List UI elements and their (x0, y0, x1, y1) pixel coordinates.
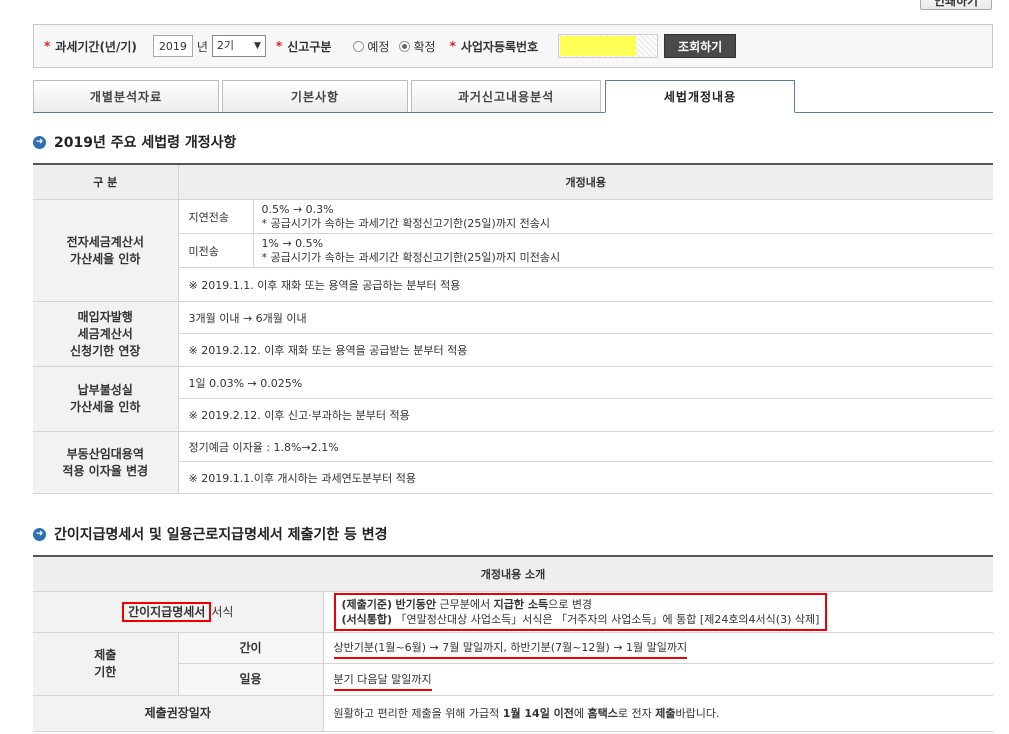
required-mark: * (449, 39, 456, 53)
note-cell: ※ 2019.2.12. 이후 신고·부과하는 분부터 적용 (178, 398, 993, 432)
highlight-underline: 분기 다음달 말일까지 (333, 672, 432, 691)
chevron-down-icon: ▼ (254, 41, 261, 51)
section-title: ➜ 간이지급명세서 및 일용근로지급명세서 제출기한 등 변경 (33, 524, 388, 544)
radio-final-label: 확정 (413, 39, 436, 54)
tab-past-report-analysis[interactable]: 과거신고내용분석 (411, 80, 601, 112)
radio-circle-icon[interactable] (353, 40, 365, 52)
term-select[interactable]: 2기 ▼ (211, 35, 266, 57)
content-cell: 0.5% → 0.3% * 공급시기가 속하는 과세기간 확정신고기한(25일)… (253, 199, 993, 234)
category-cell: 납부불성실 가산세율 인하 (33, 366, 179, 432)
tab-individual-analysis[interactable]: 개별분석자료 (33, 80, 219, 112)
col-header-category: 구 분 (33, 163, 179, 200)
business-reg-label: 사업자등록번호 (460, 39, 539, 54)
category-cell: 전자세금계산서 가산세율 인하 (33, 199, 179, 302)
content-cell: 3개월 이내 → 6개월 이내 (178, 301, 993, 334)
section1-title-text: 2019년 주요 세법령 개정사항 (54, 135, 237, 151)
tab-bar: 개별분석자료 기본사항 과거신고내용분석 세법개정내용 (33, 80, 993, 113)
radio-selected-icon[interactable] (399, 40, 411, 52)
note-cell: ※ 2019.1.1.이후 개시하는 과세연도분부터 적용 (178, 461, 993, 494)
revision-table: 구 분 개정내용 전자세금계산서 가산세율 인하 지연전송 0.5% → 0.3… (33, 163, 993, 494)
note-cell: ※ 2019.1.1. 이후 재화 또는 용역을 공급하는 분부터 적용 (178, 267, 993, 302)
section-title: ➜ 2019년 주요 세법령 개정사항 (33, 132, 236, 152)
col-header-content: 개정내용 (178, 163, 993, 200)
search-button[interactable]: 조회하기 (664, 34, 737, 58)
submission-table: 개정내용 소개 간이지급명세서 서식 (제출기준) 반기동안 근무분에서 지급한 … (33, 555, 993, 732)
sub-category-cell: 미전송 (178, 233, 254, 268)
term-select-value: 2기 (216, 39, 235, 52)
required-mark: * (275, 39, 283, 53)
year-unit: 년 (196, 39, 208, 54)
radio-preliminary-label: 예정 (367, 39, 390, 54)
print-button[interactable]: 인쇄하기 (920, 0, 992, 10)
highlight-box: (제출기준) 반기동안 근무분에서 지급한 소득으로 변경 (서식통합) 「연말… (333, 593, 828, 631)
intro-header: 개정내용 소개 (33, 555, 993, 592)
category-cell: 제출권장일자 (33, 695, 324, 732)
radio-preliminary[interactable]: 예정 (353, 38, 389, 55)
tab-basic-info[interactable]: 기본사항 (222, 80, 408, 112)
category-cell: 간이지급명세서 서식 (33, 591, 324, 633)
highlight-box: 간이지급명세서 (122, 601, 212, 622)
section2-title-text: 간이지급명세서 및 일용근로지급명세서 제출기한 등 변경 (54, 527, 388, 543)
business-reg-input[interactable] (558, 34, 659, 58)
search-form: * 과세기간(년/기) 2019 년 2기 ▼ * 신고구분 예정 확정 * 사… (33, 24, 993, 68)
sub-category-cell: 간이 (178, 632, 324, 664)
content-cell: 1% → 0.5% * 공급시기가 속하는 과세기간 확정신고기한(25일)까지… (253, 233, 993, 268)
note-cell: ※ 2019.2.12. 이후 재화 또는 용역을 공급받는 분부터 적용 (178, 333, 993, 367)
sub-category-cell: 지연전송 (178, 199, 254, 234)
category-cell: 매입자발행 세금계산서 신청기한 연장 (33, 301, 179, 367)
required-mark: * (44, 39, 51, 53)
content-cell: 원활하고 편리한 제출을 위해 가급적 1월 14일 이전에 홈택스로 전자 제… (323, 695, 993, 732)
arrow-circle-icon: ➜ (33, 135, 46, 149)
content-cell: 분기 다음달 말일까지 (323, 663, 993, 696)
masked-value (560, 36, 637, 56)
category-cell: 부동산임대용역 적용 이자율 변경 (33, 431, 179, 494)
report-type-label: 신고구분 (287, 39, 332, 54)
radio-final[interactable]: 확정 (399, 38, 436, 55)
arrow-circle-icon: ➜ (33, 527, 46, 541)
content-cell: 상반기분(1월~6월) → 7월 말일까지, 하반기분(7월~12월) → 1월… (323, 632, 993, 664)
tab-tax-law-revision[interactable]: 세법개정내용 (605, 80, 795, 113)
sub-category-cell: 일용 (178, 663, 324, 696)
year-input[interactable]: 2019 (152, 35, 193, 57)
category-cell: 제출 기한 (33, 632, 179, 696)
content-cell: 정기예금 이자율 : 1.8%→2.1% (178, 431, 993, 462)
highlight-underline: 상반기분(1월~6월) → 7월 말일까지, 하반기분(7월~12월) → 1월… (333, 641, 688, 659)
content-cell: 1일 0.03% → 0.025% (178, 366, 993, 399)
period-label: 과세기간(년/기) (55, 39, 137, 54)
content-cell: (제출기준) 반기동안 근무분에서 지급한 소득으로 변경 (서식통합) 「연말… (323, 591, 993, 633)
